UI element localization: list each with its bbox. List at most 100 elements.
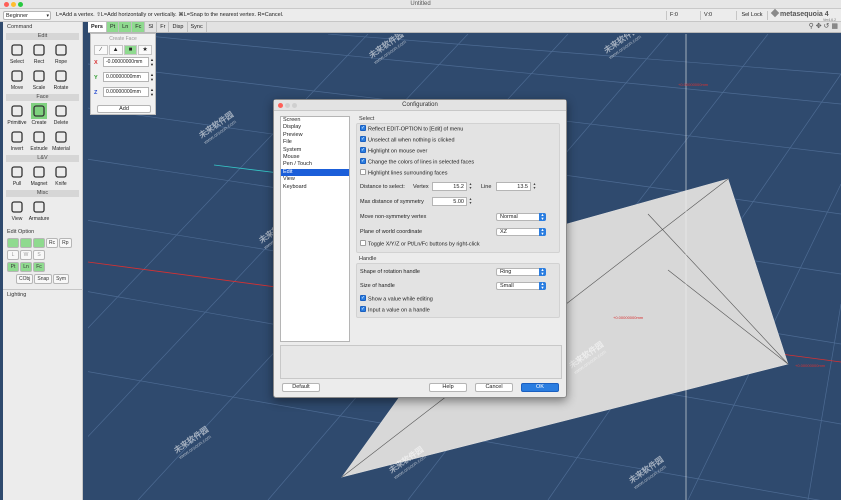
vertex-stepper-icon[interactable]: ▲ ▼ xyxy=(468,182,473,190)
sel-lock-button[interactable]: Sel Lock xyxy=(736,11,768,20)
tool-magnet[interactable]: Magnet xyxy=(28,163,50,189)
zoom-icon[interactable]: ⚲ xyxy=(809,23,814,30)
opt-rc-button[interactable]: Rc xyxy=(46,238,59,248)
cancel-button[interactable]: Cancel xyxy=(475,383,513,392)
z-field[interactable]: 0.00000000mm xyxy=(103,87,149,97)
y-stepper-icon[interactable]: ▲ ▼ xyxy=(150,72,154,82)
y-axis-label: Y xyxy=(94,75,98,81)
shape-rotation-select[interactable]: Ring ▲ ▼ xyxy=(496,268,546,276)
tab-disp[interactable]: Disp xyxy=(169,22,188,32)
chevron-updown-icon: ▲ ▼ xyxy=(539,281,546,290)
plane-select[interactable]: XZ ▲ ▼ xyxy=(496,228,546,236)
tool-scale[interactable]: Scale xyxy=(28,67,50,93)
highlight-mouse-over-checkbox[interactable]: ✓ Highlight on mouse over xyxy=(360,147,427,155)
opt-x-button[interactable] xyxy=(7,238,19,248)
default-button[interactable]: Default xyxy=(282,383,320,392)
tool-material[interactable]: Material xyxy=(50,128,72,154)
tool-rect[interactable]: Rect xyxy=(28,41,50,67)
z-stepper-icon[interactable]: ▲ ▼ xyxy=(150,87,154,97)
viewport-tabs: Pers Pt Ln Fc Sl Fr Disp Sync ⚲ ✥ ↺ ▦ xyxy=(88,22,841,33)
vertex-distance-field[interactable]: 15.2 xyxy=(432,182,467,191)
category-keyboard[interactable]: Keyboard xyxy=(281,184,349,191)
line-stepper-icon[interactable]: ▲ ▼ xyxy=(532,182,537,190)
tab-sync[interactable]: Sync xyxy=(188,22,207,32)
opt-ln-button[interactable]: Ln xyxy=(20,262,32,272)
star-shape-icon[interactable]: ★ xyxy=(138,45,152,55)
tool-view[interactable]: View xyxy=(6,198,28,224)
opt-l-button[interactable]: L xyxy=(7,250,19,260)
move-nonsym-select[interactable]: Normal ▲ ▼ xyxy=(496,213,546,221)
reflect-edit-option-checkbox[interactable]: ✓ Reflect EDIT-OPTION to [Edit] of menu xyxy=(360,125,463,133)
opt-s-button[interactable]: S xyxy=(33,250,45,260)
y-field-row: Y 0.00000000mm ▲ ▼ xyxy=(91,70,155,85)
x-field[interactable]: -0.00000000mm xyxy=(103,57,149,67)
triangle-shape-icon[interactable]: ▲ xyxy=(108,45,123,55)
ok-button[interactable]: OK xyxy=(521,383,559,392)
category-view[interactable]: View xyxy=(281,176,349,183)
minimize-window-button[interactable] xyxy=(11,2,16,7)
tool-select[interactable]: Select xyxy=(6,41,28,67)
category-pen-touch[interactable]: Pen / Touch xyxy=(281,161,349,168)
tab-sl[interactable]: Sl xyxy=(145,22,158,32)
tab-pers[interactable]: Pers xyxy=(88,22,107,32)
category-preview[interactable]: Preview xyxy=(281,132,349,139)
tool-invert[interactable]: Invert xyxy=(6,128,28,154)
tool-move[interactable]: Move xyxy=(6,67,28,93)
tab-fc[interactable]: Fc xyxy=(132,22,146,32)
dialog-minimize-button[interactable] xyxy=(285,103,290,108)
opt-y-button[interactable] xyxy=(20,238,32,248)
opt-cobj-button[interactable]: CObj xyxy=(16,274,34,284)
category-system[interactable]: System xyxy=(281,147,349,154)
opt-snap-button[interactable]: Snap xyxy=(34,274,53,284)
pan-icon[interactable]: ✥ xyxy=(816,23,822,30)
toggle-buttons-checkbox[interactable]: Toggle X/Y/Z or Pt/Ln/Fc buttons by righ… xyxy=(360,240,480,248)
size-handle-select[interactable]: Small ▲ ▼ xyxy=(496,282,546,290)
mode-select[interactable]: Beginner ▾ xyxy=(3,11,51,20)
unselect-all-checkbox[interactable]: ✓ Unselect all when nothing is clicked xyxy=(360,136,455,144)
tool-delete[interactable]: Delete xyxy=(50,102,72,128)
category-edit[interactable]: Edit xyxy=(281,168,349,177)
rotate-icon[interactable]: ↺ xyxy=(824,23,830,30)
opt-w-button[interactable]: W xyxy=(20,250,32,260)
change-line-colors-checkbox[interactable]: ✓ Change the colors of lines in selected … xyxy=(360,158,474,166)
input-value-checkbox[interactable]: ✓ Input a value on a handle xyxy=(360,306,430,314)
lighting-title[interactable]: Lighting xyxy=(3,290,82,300)
tool-rope[interactable]: Rope xyxy=(50,41,72,67)
tool-pull[interactable]: Pull xyxy=(6,163,28,189)
tab-pt[interactable]: Pt xyxy=(106,22,120,32)
tool-label: Invert xyxy=(10,146,24,152)
tool-rotate[interactable]: Rotate xyxy=(50,67,72,93)
symmetry-stepper-icon[interactable]: ▲ ▼ xyxy=(468,197,473,205)
y-field[interactable]: 0.00000000mm xyxy=(103,72,149,82)
grid-view-icon[interactable]: ▦ xyxy=(831,23,838,30)
x-stepper-icon[interactable]: ▲ ▼ xyxy=(150,57,154,67)
dialog-zoom-button[interactable] xyxy=(292,103,297,108)
show-value-checkbox[interactable]: ✓ Show a value while editing xyxy=(360,295,433,303)
category-file[interactable]: File xyxy=(281,139,349,146)
tab-ln[interactable]: Ln xyxy=(119,22,133,32)
category-screen[interactable]: Screen xyxy=(281,117,349,124)
tool-armature[interactable]: Armature xyxy=(28,198,50,224)
quad-shape-icon[interactable]: ■ xyxy=(123,45,138,55)
tool-knife[interactable]: Knife xyxy=(50,163,72,189)
help-button[interactable]: Help xyxy=(429,383,467,392)
opt-fc-button[interactable]: Fc xyxy=(33,262,45,272)
tool-create[interactable]: Create xyxy=(28,102,50,128)
max-symmetry-field[interactable]: 5.00 xyxy=(432,197,467,206)
category-mouse[interactable]: Mouse xyxy=(281,154,349,161)
opt-pt-button[interactable]: Pt xyxy=(7,262,19,272)
dialog-close-button[interactable] xyxy=(278,103,283,108)
opt-rp-button[interactable]: Rp xyxy=(59,238,72,248)
close-window-button[interactable] xyxy=(4,2,9,7)
highlight-lines-checkbox[interactable]: Highlight lines surrounding faces xyxy=(360,169,448,177)
zoom-window-button[interactable] xyxy=(18,2,23,7)
tab-fr[interactable]: Fr xyxy=(157,22,170,32)
category-display[interactable]: Display xyxy=(281,124,349,131)
line-shape-icon[interactable]: ∕ xyxy=(94,45,108,55)
add-vertex-button[interactable]: Add xyxy=(97,105,151,113)
opt-sym-button[interactable]: Sym xyxy=(53,274,70,284)
tool-extrude[interactable]: Extrude xyxy=(28,128,50,154)
line-distance-field[interactable]: 13.5 xyxy=(496,182,531,191)
opt-z-button[interactable] xyxy=(33,238,45,248)
tool-primitive[interactable]: Primitive xyxy=(6,102,28,128)
